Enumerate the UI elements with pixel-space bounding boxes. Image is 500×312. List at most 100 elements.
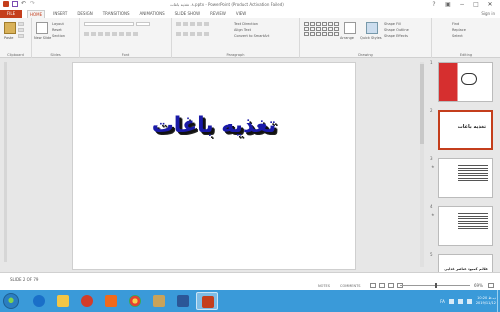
decrease-indent-icon[interactable] xyxy=(190,22,195,26)
find-button[interactable]: Find xyxy=(452,22,459,26)
zoom-level[interactable]: 69% xyxy=(474,283,483,288)
start-button[interactable] xyxy=(3,293,19,309)
tab-design[interactable]: DESIGN xyxy=(75,10,94,18)
clipboard-label: Clipboard xyxy=(7,53,24,57)
tab-review[interactable]: REVIEW xyxy=(208,10,228,18)
bold-icon[interactable] xyxy=(84,32,89,36)
underline-icon[interactable] xyxy=(98,32,103,36)
new-slide-button[interactable]: New Slide xyxy=(34,36,51,40)
format-painter-icon[interactable] xyxy=(18,34,24,38)
align-right-icon[interactable] xyxy=(190,32,195,36)
thumbnail-image[interactable] xyxy=(438,158,493,198)
volume-icon[interactable] xyxy=(466,298,472,304)
help-button[interactable]: ? xyxy=(427,0,441,9)
replace-button[interactable]: Replace xyxy=(452,28,466,32)
thumbnail-image[interactable] xyxy=(438,62,493,102)
scrollbar-thumb[interactable] xyxy=(420,64,424,144)
tab-home[interactable]: HOME xyxy=(27,10,46,18)
cut-icon[interactable] xyxy=(18,22,24,26)
taskbar-app[interactable] xyxy=(124,292,146,310)
new-slide-icon[interactable] xyxy=(36,22,48,34)
taskbar-app[interactable] xyxy=(76,292,98,310)
arrange-icon[interactable] xyxy=(344,22,356,34)
left-scrollbar[interactable] xyxy=(4,62,7,262)
taskbar-app-active[interactable] xyxy=(196,292,218,310)
thumbnail-item[interactable]: 2 تغذیه باغات xyxy=(430,108,498,154)
thumbnail-image[interactable]: تغذیه باغات xyxy=(438,110,493,150)
convert-smartart-button[interactable]: Convert to SmartArt xyxy=(234,34,269,38)
undo-icon[interactable] xyxy=(21,1,27,7)
save-icon[interactable] xyxy=(12,1,18,7)
redo-icon[interactable] xyxy=(30,1,36,7)
columns-icon[interactable] xyxy=(204,32,209,36)
maximize-button[interactable]: □ xyxy=(469,0,483,9)
shape-fill-button[interactable]: Shape Fill xyxy=(384,22,401,26)
thumbnail-image[interactable] xyxy=(438,206,493,246)
paste-icon[interactable] xyxy=(4,22,16,34)
zoom-slider-knob[interactable] xyxy=(435,283,437,288)
notes-button[interactable]: NOTES xyxy=(318,284,330,288)
sign-in-link[interactable]: Sign in xyxy=(481,10,495,18)
thumbnail-item[interactable]: 1 xyxy=(430,60,498,106)
layout-button[interactable]: Layout xyxy=(52,22,64,26)
bullets-icon[interactable] xyxy=(176,22,181,26)
clipboard-group: Paste Clipboard xyxy=(0,18,32,58)
italic-icon[interactable] xyxy=(91,32,96,36)
align-left-icon[interactable] xyxy=(176,32,181,36)
align-text-button[interactable]: Align Text xyxy=(234,28,251,32)
font-name-dropdown[interactable] xyxy=(84,22,134,26)
shape-effects-button[interactable]: Shape Effects xyxy=(384,34,408,38)
powerpoint-icon[interactable] xyxy=(3,1,9,7)
taskbar-app[interactable] xyxy=(52,292,74,310)
shadow-icon[interactable] xyxy=(112,32,117,36)
line-spacing-icon[interactable] xyxy=(204,22,209,26)
comments-button[interactable]: COMMENTS xyxy=(340,284,360,288)
arrange-button[interactable]: Arrange xyxy=(340,36,354,40)
slide-sorter-icon[interactable] xyxy=(379,283,385,288)
section-button[interactable]: Section xyxy=(52,34,65,38)
justify-icon[interactable] xyxy=(197,32,202,36)
change-case-icon[interactable] xyxy=(126,32,131,36)
ribbon-display-button[interactable]: ▣ xyxy=(441,0,455,9)
char-spacing-icon[interactable] xyxy=(119,32,124,36)
taskbar-app[interactable] xyxy=(172,292,194,310)
normal-view-icon[interactable] xyxy=(370,283,376,288)
shapes-gallery[interactable] xyxy=(304,22,339,36)
strikethrough-icon[interactable] xyxy=(105,32,110,36)
font-color-icon[interactable] xyxy=(133,32,138,36)
clock[interactable]: 10:20 ب.ظ 2019/11/12 xyxy=(476,296,496,306)
taskbar-app[interactable] xyxy=(148,292,170,310)
slide-title[interactable]: تغذیه باغات xyxy=(73,113,355,138)
quick-styles-icon[interactable] xyxy=(366,22,378,34)
reset-button[interactable]: Reset xyxy=(52,28,62,32)
font-size-dropdown[interactable] xyxy=(136,22,150,26)
slide-canvas[interactable]: تغذیه باغات xyxy=(72,62,356,270)
taskbar-app[interactable] xyxy=(100,292,122,310)
language-indicator[interactable]: FA xyxy=(440,299,445,304)
text-direction-button[interactable]: Text Direction xyxy=(234,22,258,26)
tab-file[interactable]: FILE xyxy=(0,10,22,18)
fit-to-window-icon[interactable] xyxy=(488,283,494,288)
paste-button[interactable]: Paste xyxy=(4,36,13,40)
thumbnail-item[interactable]: 4 ★ xyxy=(430,204,498,250)
minimize-button[interactable]: − xyxy=(455,0,469,9)
align-center-icon[interactable] xyxy=(183,32,188,36)
close-button[interactable]: ✕ xyxy=(483,0,497,9)
tray-arrow-icon[interactable] xyxy=(448,298,454,304)
tab-animations[interactable]: ANIMATIONS xyxy=(138,10,167,18)
copy-icon[interactable] xyxy=(18,28,24,32)
tab-transitions[interactable]: TRANSITIONS xyxy=(101,10,132,18)
taskbar-app[interactable] xyxy=(28,292,50,310)
increase-indent-icon[interactable] xyxy=(197,22,202,26)
select-button[interactable]: Select xyxy=(452,34,463,38)
tab-slide-show[interactable]: SLIDE SHOW xyxy=(173,10,202,18)
numbering-icon[interactable] xyxy=(183,22,188,26)
tab-insert[interactable]: INSERT xyxy=(51,10,69,18)
shape-outline-button[interactable]: Shape Outline xyxy=(384,28,409,32)
reading-view-icon[interactable] xyxy=(388,283,394,288)
quick-styles-button[interactable]: Quick Styles xyxy=(360,36,382,40)
network-icon[interactable] xyxy=(457,298,463,304)
slide-scrollbar[interactable] xyxy=(420,62,424,267)
tab-view[interactable]: VIEW xyxy=(234,10,248,18)
thumbnail-item[interactable]: 3 ★ xyxy=(430,156,498,202)
